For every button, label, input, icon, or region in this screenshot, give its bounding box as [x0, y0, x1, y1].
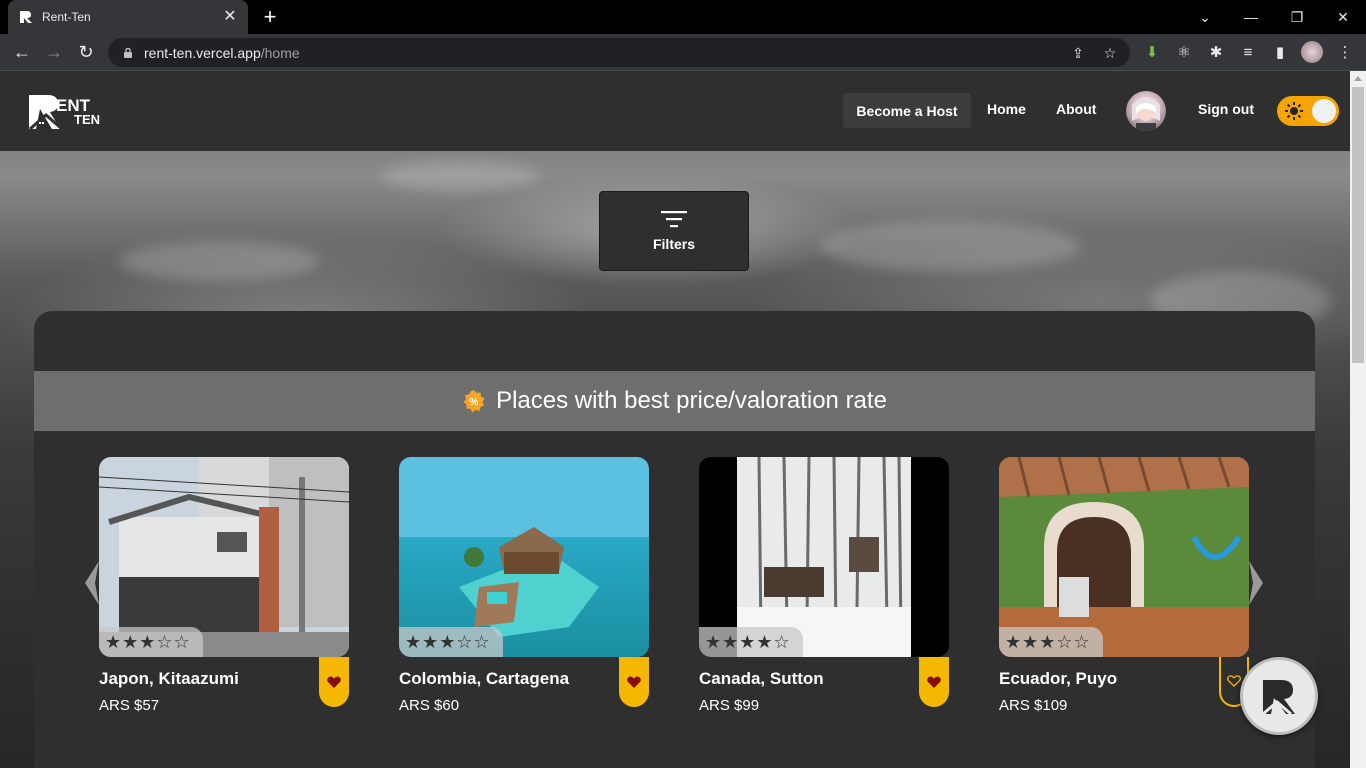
filters-button[interactable]: Filters: [599, 191, 749, 271]
floating-logo-button[interactable]: [1240, 657, 1318, 735]
carousel-prev-icon[interactable]: [85, 561, 99, 605]
listing-name[interactable]: Colombia, Cartagena: [399, 669, 569, 689]
favorite-button[interactable]: [619, 657, 649, 707]
nav-home-link[interactable]: Home: [987, 101, 1026, 117]
page-viewport: ENT TEN Become a Host Home About Sign ou…: [0, 71, 1350, 768]
back-icon[interactable]: ←: [10, 40, 34, 64]
share-icon[interactable]: ⇪: [1070, 45, 1086, 61]
listing-price: ARS $60: [399, 697, 460, 714]
rent-ten-r-logo-icon: [1262, 680, 1295, 716]
scrollbar-thumb[interactable]: [1352, 87, 1364, 363]
site-header: ENT TEN Become a Host Home About Sign ou…: [0, 71, 1350, 151]
carousel-next-icon[interactable]: [1249, 561, 1263, 605]
svg-text:%: %: [470, 397, 479, 408]
browser-toolbar: ← → ↻ rent-ten.vercel.app/home ⇪ ☆ ⬇ ⚛ ✱…: [0, 34, 1366, 71]
restore-icon[interactable]: ❐: [1274, 0, 1320, 34]
theme-toggle[interactable]: [1277, 96, 1339, 126]
tab-search-icon[interactable]: ⌄: [1182, 0, 1228, 34]
scroll-up-icon[interactable]: [1354, 76, 1362, 81]
side-panel-icon[interactable]: ▮: [1271, 43, 1289, 61]
filter-lines-icon: [661, 211, 687, 228]
listing-name[interactable]: Ecuador, Puyo: [999, 669, 1117, 689]
heart-filled-icon: [927, 676, 941, 688]
address-bar[interactable]: rent-ten.vercel.app/home ⇪ ☆: [108, 38, 1130, 67]
listing-name[interactable]: Japon, Kitaazumi: [99, 669, 239, 689]
reload-icon[interactable]: ↻: [74, 40, 98, 64]
sign-out-link[interactable]: Sign out: [1198, 101, 1254, 117]
listing-card[interactable]: ★★★★☆ Canada, Sutton ARS $99: [699, 457, 949, 727]
star-rating: ★★★☆☆: [99, 627, 203, 657]
heart-outline-icon: [1227, 675, 1241, 687]
discount-badge-icon: %: [463, 390, 485, 413]
media-queue-icon[interactable]: ≡: [1239, 43, 1257, 61]
url-path: /home: [260, 44, 300, 61]
profile-avatar-icon[interactable]: [1301, 41, 1323, 63]
tab-title: Rent-Ten: [42, 10, 91, 24]
new-tab-button[interactable]: +: [258, 6, 282, 30]
filters-label: Filters: [652, 236, 695, 252]
browser-tabbar: Rent-Ten ✕ + ⌄ — ❐ ✕: [0, 0, 1366, 34]
heart-filled-icon: [627, 676, 641, 688]
url-host: rent-ten.vercel.app: [144, 44, 261, 61]
extensions-puzzle-icon[interactable]: ✱: [1207, 43, 1225, 61]
favorite-button[interactable]: [919, 657, 949, 707]
rent-ten-favicon-icon: [18, 9, 34, 25]
heart-filled-icon: [327, 676, 341, 688]
star-rating: ★★★☆☆: [399, 627, 503, 657]
download-extension-icon[interactable]: ⬇: [1143, 43, 1161, 61]
browser-tab[interactable]: Rent-Ten ✕: [8, 0, 248, 34]
nav-about-link[interactable]: About: [1056, 101, 1096, 117]
listing-price: ARS $57: [99, 697, 160, 714]
listing-card[interactable]: ★★★☆☆ Ecuador, Puyo ARS $109: [999, 457, 1249, 727]
forward-icon[interactable]: →: [42, 40, 66, 64]
tab-close-icon[interactable]: ✕: [222, 9, 238, 25]
user-avatar[interactable]: [1126, 91, 1166, 131]
section-title: Places with best price/valoration rate: [496, 387, 887, 414]
page-scrollbar[interactable]: [1350, 71, 1366, 768]
svg-text:TEN: TEN: [74, 112, 100, 127]
listing-name[interactable]: Canada, Sutton: [699, 669, 824, 689]
browser-menu-icon[interactable]: ⋮: [1336, 43, 1354, 61]
minimize-icon[interactable]: —: [1228, 0, 1274, 34]
window-close-icon[interactable]: ✕: [1320, 0, 1366, 34]
favorite-button[interactable]: [319, 657, 349, 707]
react-devtools-icon[interactable]: ⚛: [1175, 43, 1193, 61]
star-rating: ★★★★☆: [699, 627, 803, 657]
star-rating: ★★★☆☆: [999, 627, 1103, 657]
listing-card[interactable]: ★★★☆☆ Japon, Kitaazumi ARS $57: [99, 457, 349, 727]
sun-icon: [1285, 102, 1303, 120]
rent-ten-logo[interactable]: ENT TEN: [26, 89, 112, 133]
section-header: % Places with best price/valoration rate: [34, 371, 1315, 431]
listing-price: ARS $99: [699, 697, 760, 714]
toggle-knob: [1312, 99, 1336, 123]
listing-price: ARS $109: [999, 697, 1068, 714]
lock-icon: [124, 47, 132, 58]
become-host-button[interactable]: Become a Host: [843, 93, 971, 128]
listing-card[interactable]: ★★★☆☆ Colombia, Cartagena ARS $60: [399, 457, 649, 727]
bookmark-star-icon[interactable]: ☆: [1102, 45, 1118, 61]
